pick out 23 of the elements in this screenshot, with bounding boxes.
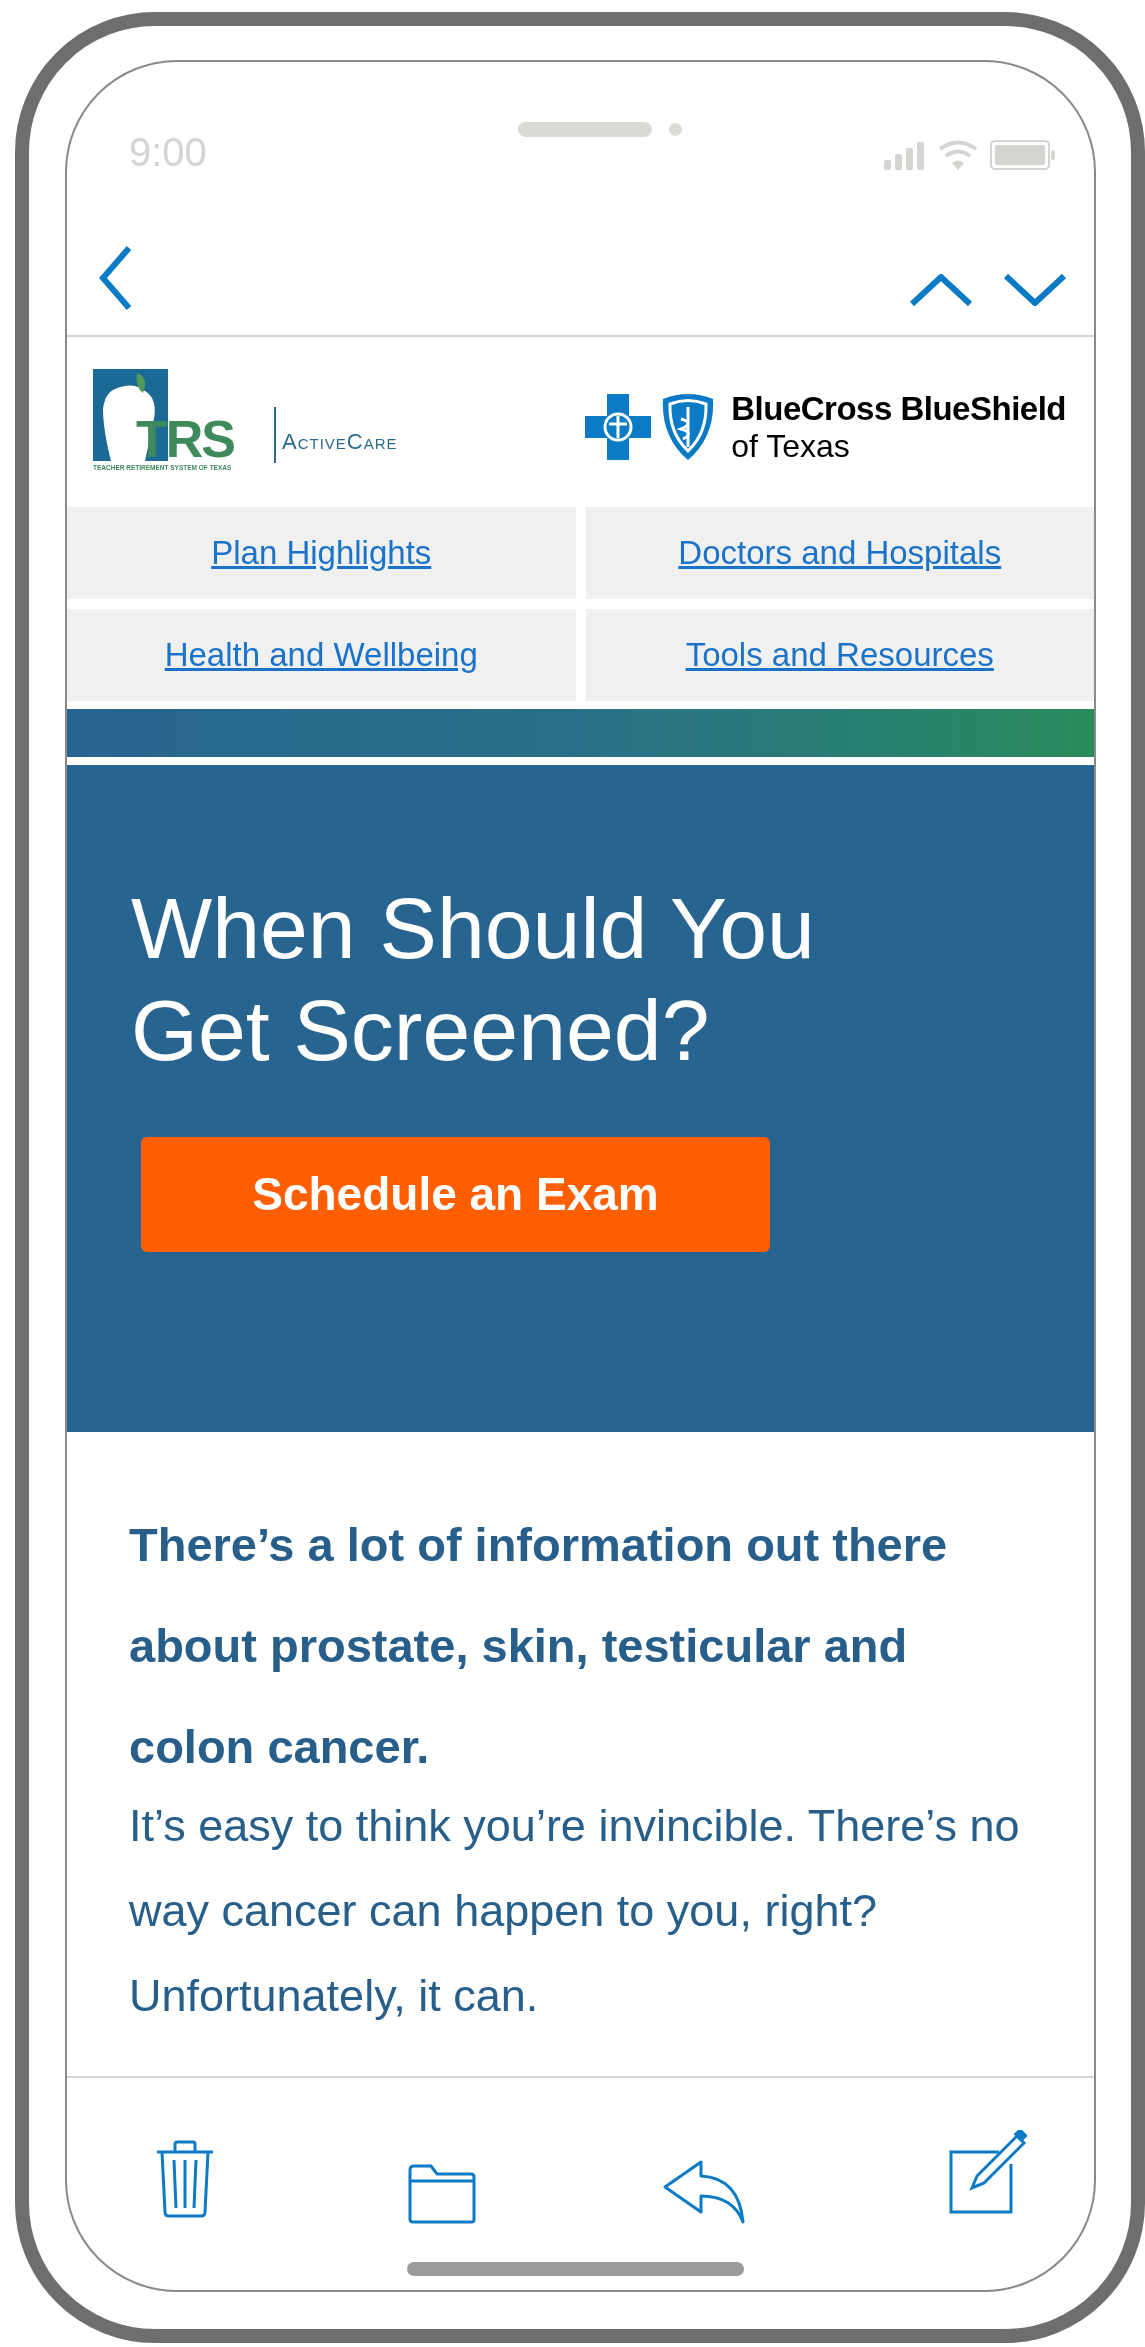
battery-icon: [990, 140, 1056, 170]
wifi-icon: [938, 140, 978, 170]
body-heading: There’s a lot of information out there about prostate, skin, testicular and colon cancer.: [129, 1517, 949, 1775]
previous-message-icon[interactable]: [910, 274, 972, 306]
bcbs-logo-text: BlueCross BlueShield: [731, 390, 1066, 428]
folder-icon[interactable]: [407, 2164, 477, 2224]
shield-logo-icon: [661, 393, 716, 461]
trash-icon[interactable]: [155, 2140, 215, 2218]
nav-link[interactable]: Doctors and Hospitals: [678, 528, 1002, 578]
nav-link[interactable]: Plan Highlights: [211, 528, 432, 578]
nav-link[interactable]: Tools and Resources: [685, 630, 994, 680]
signal-icon: [884, 142, 926, 170]
hero-title: When Should You Get Screened?: [131, 879, 816, 1080]
schedule-exam-button[interactable]: Schedule an Exam: [141, 1137, 770, 1252]
bcbs-region-text: of Texas: [731, 428, 851, 464]
compose-icon[interactable]: [947, 2130, 1027, 2214]
cross-logo-icon: [585, 394, 652, 460]
body-paragraph: It’s easy to think you’re invincible. There’s no way cancer can happen to you, right? Unfortunately, it can.: [129, 1799, 1021, 2023]
reply-icon[interactable]: [663, 2160, 745, 2224]
back-icon[interactable]: [99, 246, 131, 310]
next-message-icon[interactable]: [1004, 274, 1066, 306]
activecare-logo-text: ActiveCare: [282, 431, 398, 453]
nav-link[interactable]: Health and Wellbeing: [164, 630, 478, 680]
